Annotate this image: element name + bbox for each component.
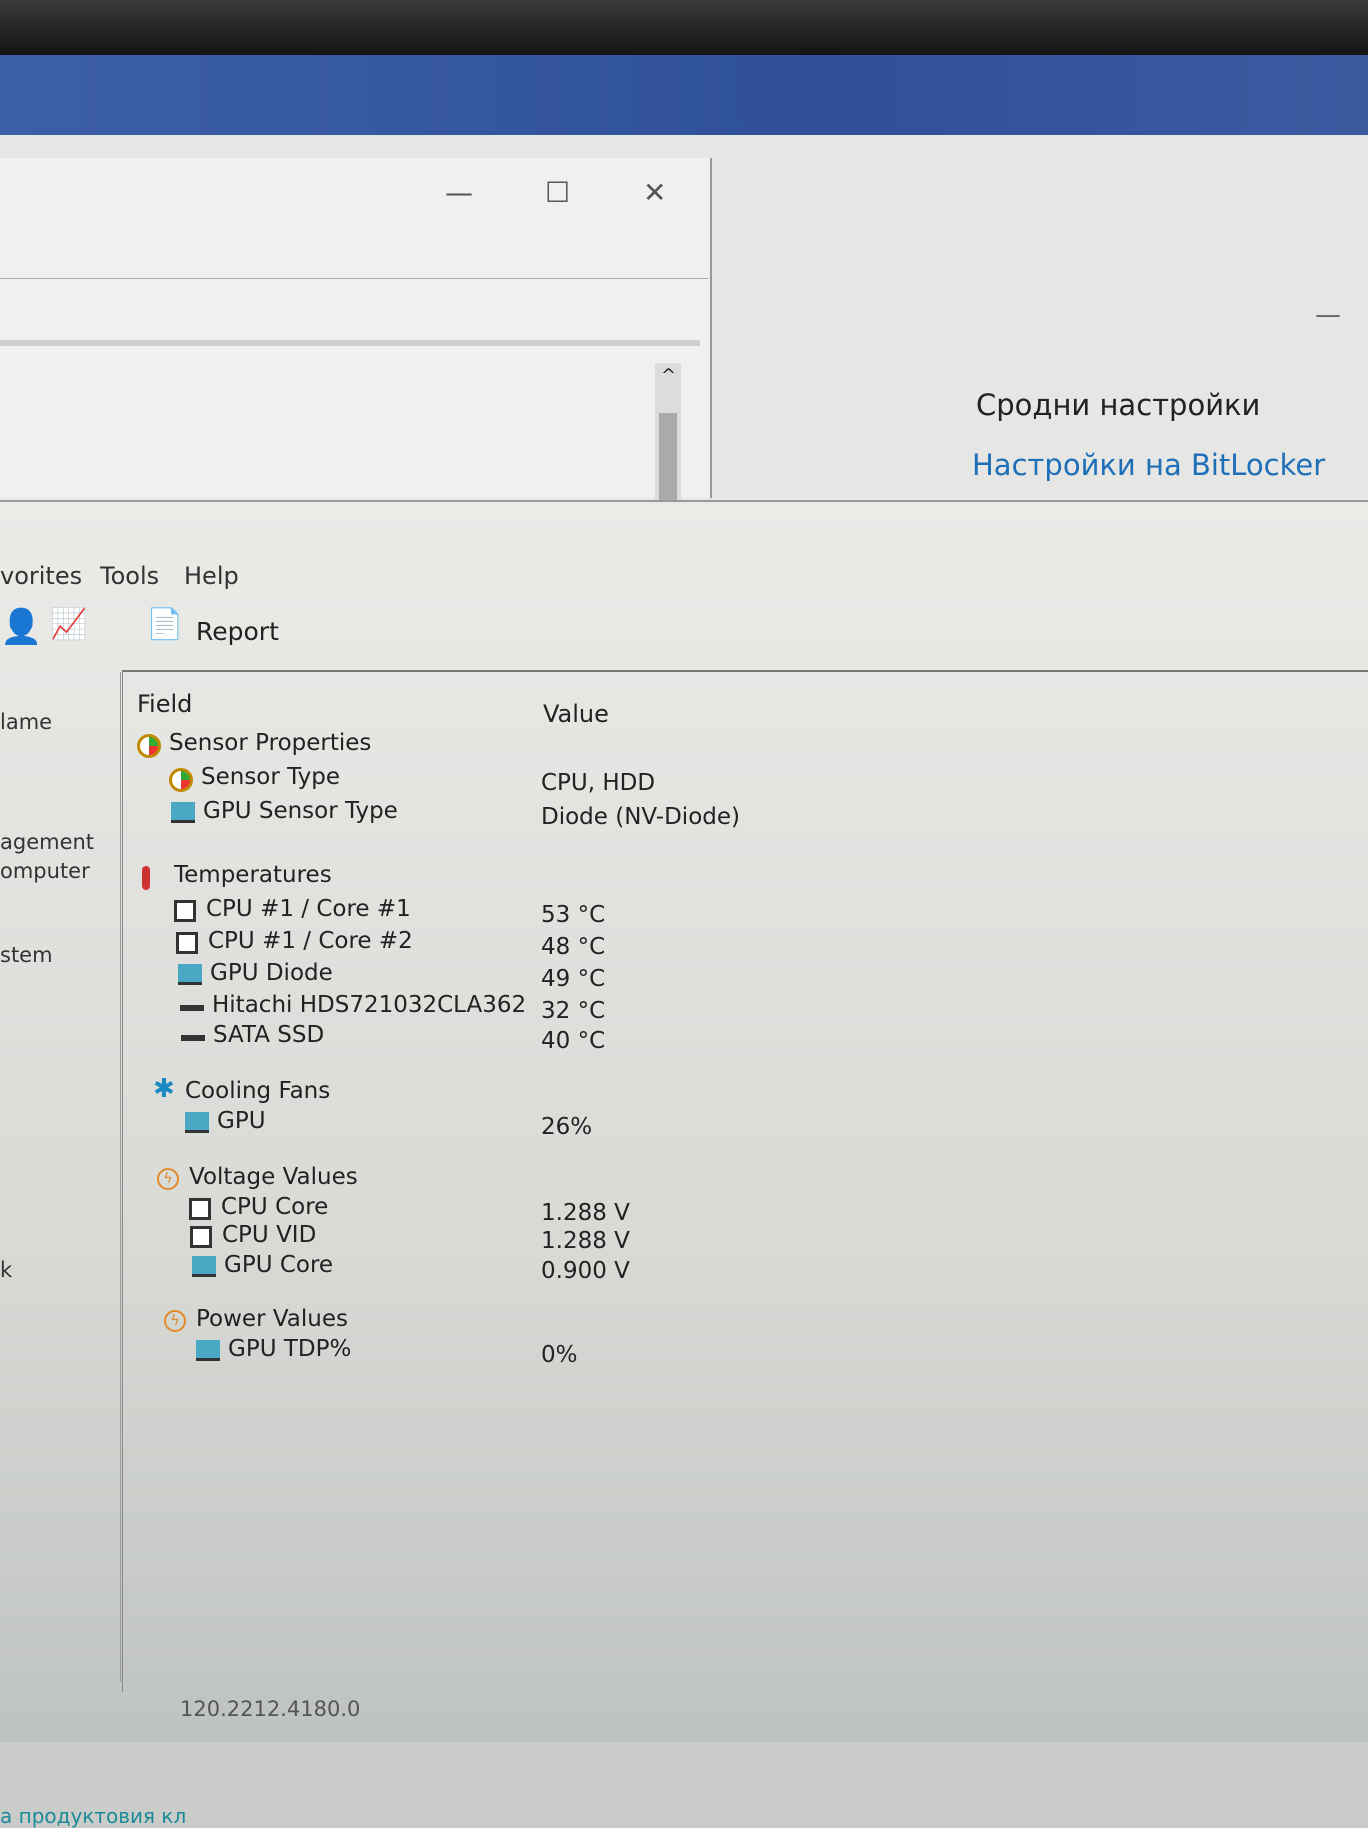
monitor-bezel bbox=[0, 0, 1368, 55]
field-value: 53 °C bbox=[541, 902, 606, 928]
settings-minimize-button[interactable]: — bbox=[1315, 300, 1341, 330]
table-row[interactable]: Sensor Type CPU, HDD bbox=[123, 764, 1323, 796]
sidebar-item[interactable]: omputer bbox=[0, 859, 90, 883]
table-row[interactable]: GPU 26% bbox=[123, 1108, 1323, 1140]
field-label: Sensor Type bbox=[201, 764, 340, 790]
field-label: Cooling Fans bbox=[185, 1078, 331, 1104]
disk-icon bbox=[180, 1005, 204, 1011]
fan-icon: ✱ bbox=[153, 1074, 175, 1104]
field-value: Diode (NV-Diode) bbox=[541, 804, 740, 830]
thermometer-icon bbox=[142, 866, 150, 890]
menu-tools[interactable]: Tools bbox=[100, 562, 159, 590]
group-row[interactable]: ϟ Power Values bbox=[123, 1306, 1323, 1338]
field-value: 40 °C bbox=[541, 1028, 606, 1054]
chip-icon bbox=[189, 1198, 211, 1220]
gauge-icon bbox=[137, 734, 161, 758]
version-status: 120.2212.4180.0 bbox=[180, 1697, 361, 1721]
report-icon[interactable]: 📄 bbox=[146, 607, 183, 642]
group-row[interactable]: Temperatures bbox=[123, 862, 1323, 894]
table-row[interactable]: CPU VID 1.288 V bbox=[123, 1222, 1323, 1254]
field-value: 0.900 V bbox=[541, 1258, 630, 1284]
table-row[interactable]: CPU #1 / Core #1 53 °C bbox=[123, 896, 1323, 928]
field-value: CPU, HDD bbox=[541, 770, 656, 796]
chip-icon bbox=[176, 932, 198, 954]
bolt-icon: ϟ bbox=[164, 1310, 186, 1332]
field-value: 0% bbox=[541, 1342, 578, 1368]
field-label: Voltage Values bbox=[189, 1164, 358, 1190]
sidebar-item[interactable]: lame bbox=[0, 710, 52, 734]
menu-help[interactable]: Help bbox=[184, 562, 239, 590]
sidebar-item[interactable]: k bbox=[0, 1258, 12, 1282]
field-label: CPU #1 / Core #2 bbox=[208, 928, 413, 954]
field-label: GPU TDP% bbox=[228, 1336, 352, 1362]
field-label: CPU VID bbox=[222, 1222, 317, 1248]
gauge-icon bbox=[169, 768, 193, 792]
chart-icon[interactable]: 📈 bbox=[50, 607, 87, 642]
product-key-link[interactable]: а продуктовия кл bbox=[0, 1804, 186, 1828]
disk-icon bbox=[181, 1035, 205, 1041]
table-row[interactable]: GPU Core 0.900 V bbox=[123, 1252, 1323, 1284]
field-value: 32 °C bbox=[541, 998, 606, 1024]
scroll-up-icon[interactable]: ^ bbox=[661, 365, 676, 386]
divider bbox=[0, 278, 708, 279]
field-label: GPU Core bbox=[224, 1252, 334, 1278]
column-header-value[interactable]: Value bbox=[543, 700, 609, 728]
table-row[interactable]: SATA SSD 40 °C bbox=[123, 1022, 1323, 1054]
divider bbox=[0, 340, 700, 346]
field-label: Hitachi HDS721032CLA362 bbox=[212, 992, 527, 1018]
monitor-icon bbox=[196, 1340, 220, 1361]
table-row[interactable]: Hitachi HDS721032CLA362 32 °C bbox=[123, 992, 1323, 1024]
field-label: CPU #1 / Core #1 bbox=[206, 896, 411, 922]
monitor-icon bbox=[171, 802, 195, 823]
table-row[interactable]: GPU Diode 49 °C bbox=[123, 960, 1323, 992]
table-row[interactable]: GPU TDP% 0% bbox=[123, 1336, 1323, 1368]
field-label: SATA SSD bbox=[213, 1022, 325, 1048]
bolt-icon: ϟ bbox=[157, 1168, 179, 1190]
sidebar-item[interactable]: stem bbox=[0, 943, 53, 967]
field-value: 26% bbox=[541, 1114, 593, 1140]
desktop-background bbox=[0, 55, 1368, 135]
sensor-list: Field Value Sensor Properties Sensor Type… bbox=[122, 670, 1368, 1692]
maximize-button[interactable]: ☐ bbox=[545, 176, 570, 209]
bitlocker-settings-link[interactable]: Настройки на BitLocker bbox=[972, 448, 1325, 482]
field-value: 1.288 V bbox=[541, 1228, 630, 1254]
field-label: GPU bbox=[217, 1108, 266, 1134]
monitor-icon bbox=[178, 964, 202, 985]
field-label: GPU Sensor Type bbox=[203, 798, 398, 824]
chip-icon bbox=[174, 900, 196, 922]
group-row[interactable]: Sensor Properties bbox=[123, 730, 1323, 762]
aida64-window: vorites Tools Help 👤 📈 📄 Report lame age… bbox=[0, 500, 1368, 1742]
field-label: GPU Diode bbox=[210, 960, 333, 986]
table-row[interactable]: CPU #1 / Core #2 48 °C bbox=[123, 928, 1323, 960]
related-settings-heading: Сродни настройки bbox=[976, 388, 1261, 422]
menu-favorites[interactable]: vorites bbox=[0, 562, 82, 590]
minimize-button[interactable]: — bbox=[445, 176, 473, 209]
field-label: Temperatures bbox=[174, 862, 332, 888]
field-label: Power Values bbox=[196, 1306, 348, 1332]
sidebar-item[interactable]: agement bbox=[0, 830, 94, 854]
field-value: 48 °C bbox=[541, 934, 606, 960]
close-button[interactable]: ✕ bbox=[643, 176, 666, 209]
field-label: CPU Core bbox=[221, 1194, 329, 1220]
background-window: — ☐ ✕ ^ bbox=[0, 158, 712, 658]
monitor-icon bbox=[192, 1256, 216, 1277]
column-header-field[interactable]: Field bbox=[137, 690, 192, 718]
user-icon[interactable]: 👤 bbox=[0, 607, 42, 647]
field-value: 49 °C bbox=[541, 966, 606, 992]
table-row[interactable]: GPU Sensor Type Diode (NV-Diode) bbox=[123, 798, 1323, 830]
chip-icon bbox=[190, 1226, 212, 1248]
sidebar-tree: lame agement omputer stem k bbox=[0, 672, 121, 1682]
group-row[interactable]: ϟ Voltage Values bbox=[123, 1164, 1323, 1196]
monitor-icon bbox=[185, 1112, 209, 1133]
report-button[interactable]: Report bbox=[196, 617, 279, 646]
group-row[interactable]: ✱ Cooling Fans bbox=[123, 1074, 1323, 1110]
field-label: Sensor Properties bbox=[169, 730, 372, 756]
